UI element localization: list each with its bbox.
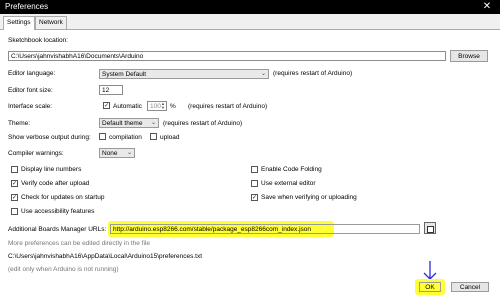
interface-scale-note: (requires restart of Arduino) (188, 103, 268, 110)
theme-note: (requires restart of Arduino) (163, 120, 243, 127)
edit-urls-button[interactable] (424, 222, 436, 234)
window-title: Preferences (5, 2, 49, 11)
boards-manager-url-input[interactable]: http://arduino.esp8266.com/stable/packag… (110, 224, 420, 234)
window-icon (427, 226, 434, 233)
boards-manager-label: Additional Boards Manager URLs: (8, 226, 107, 233)
browse-button[interactable]: Browse (450, 50, 488, 62)
window-titlebar (0, 0, 500, 14)
automatic-label: Automatic (113, 103, 142, 110)
editor-language-value: System Default (102, 71, 147, 78)
use-external-editor-label: Use external editor (261, 180, 316, 187)
check-updates-checkbox[interactable]: ✓ (11, 194, 18, 201)
tab-bar (0, 14, 500, 30)
upload-label: upload (160, 134, 180, 141)
save-when-verifying-label: Save when verifying or uploading (261, 194, 357, 201)
verify-after-upload-checkbox[interactable]: ✓ (11, 180, 18, 187)
verbose-output-label: Show verbose output during: (8, 134, 91, 141)
editor-language-note: (requires restart of Arduino) (273, 70, 353, 77)
close-icon[interactable]: ✕ (480, 0, 494, 13)
check-icon: ✓ (12, 195, 18, 201)
enable-code-folding-label: Enable Code Folding (261, 166, 322, 173)
automatic-checkbox[interactable]: ✓ (103, 102, 110, 109)
font-size-input[interactable]: 12 (99, 85, 123, 95)
more-preferences-text: More preferences can be edited directly … (8, 240, 150, 247)
theme-value: Default theme (102, 120, 143, 127)
use-accessibility-checkbox[interactable] (11, 208, 18, 215)
font-size-label: Editor font size: (8, 87, 53, 94)
sketchbook-location-label: Sketchbook location: (8, 37, 68, 44)
cancel-button[interactable]: Cancel (451, 282, 489, 292)
sketchbook-path-input[interactable]: C:\Users\jahnvishabhA16\Documents\Arduin… (8, 51, 446, 61)
check-icon: ✓ (252, 195, 258, 201)
tab-network[interactable]: Network (35, 16, 67, 29)
compiler-warnings-value: None (102, 150, 118, 157)
check-icon: ✓ (12, 181, 18, 187)
save-when-verifying-checkbox[interactable]: ✓ (251, 194, 258, 201)
interface-scale-input[interactable]: 100 ▲ ▼ (147, 101, 167, 111)
use-accessibility-label: Use accessibility features (21, 208, 95, 215)
spinner-arrows-icon: ▲ ▼ (161, 101, 165, 110)
verify-after-upload-label: Verify code after upload (21, 180, 90, 187)
display-line-numbers-label: Display line numbers (21, 166, 82, 173)
editor-language-label: Editor language: (8, 70, 56, 77)
use-external-editor-checkbox[interactable] (251, 180, 258, 187)
interface-scale-label: Interface scale: (8, 103, 53, 110)
display-line-numbers-checkbox[interactable] (11, 166, 18, 173)
preferences-file-path: C:\Users\jahnvishabhA16\AppData\Local\Ar… (8, 253, 203, 260)
theme-label: Theme: (8, 120, 31, 127)
theme-select[interactable]: Default theme ⌄ (99, 118, 159, 128)
interface-scale-value: 100 (150, 103, 161, 110)
check-updates-label: Check for updates on startup (21, 194, 105, 201)
edit-only-note: (edit only when Arduino is not running) (8, 266, 119, 273)
compiler-warnings-label: Compiler warnings: (8, 150, 64, 157)
enable-code-folding-checkbox[interactable] (251, 166, 258, 173)
tab-settings[interactable]: Settings (3, 16, 35, 30)
compiler-warnings-select[interactable]: None ⌄ (99, 148, 135, 158)
editor-language-select[interactable]: System Default ⌄ (99, 69, 269, 79)
compilation-checkbox[interactable] (99, 133, 106, 140)
chevron-down-icon: ⌄ (126, 150, 132, 156)
check-icon: ✓ (104, 103, 110, 109)
interface-scale-unit: % (170, 103, 176, 110)
ok-button[interactable]: OK (419, 282, 441, 292)
chevron-down-icon: ⌄ (150, 120, 156, 126)
chevron-down-icon: ⌄ (260, 71, 266, 77)
upload-checkbox[interactable] (150, 133, 157, 140)
compilation-label: compilation (109, 134, 142, 141)
